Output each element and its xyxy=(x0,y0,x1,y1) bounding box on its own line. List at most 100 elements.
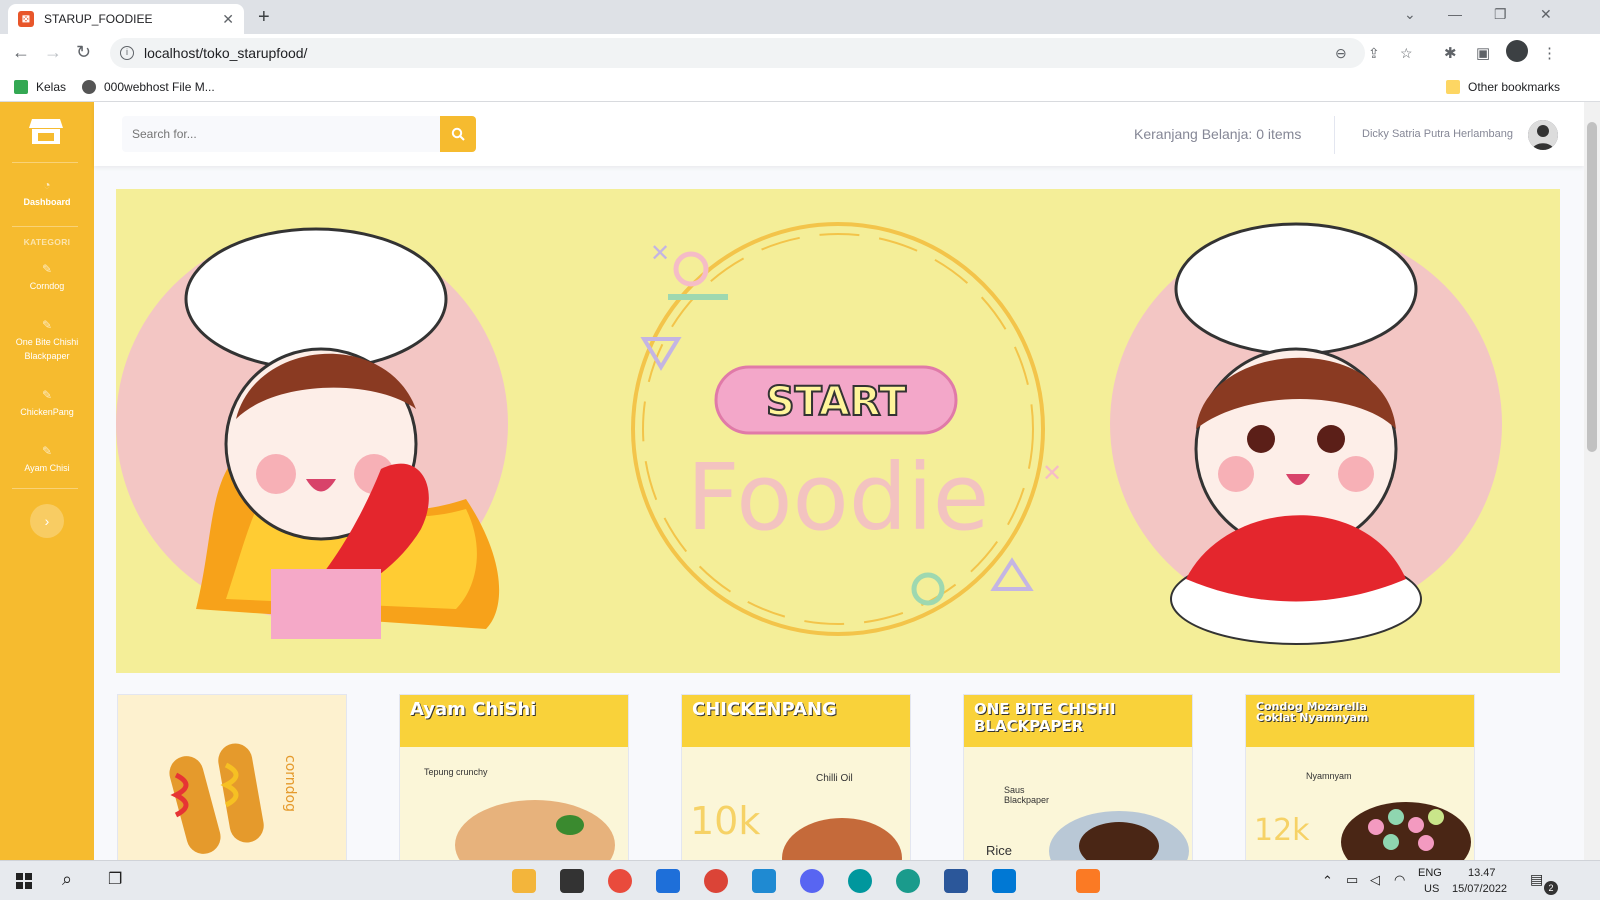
edge-icon[interactable] xyxy=(896,869,920,893)
scrollbar-thumb[interactable] xyxy=(1587,122,1597,452)
windows-start-icon[interactable] xyxy=(16,873,32,889)
search-icon[interactable]: ⌕ xyxy=(62,869,72,890)
product-card-condog-mozarella[interactable]: Condog Mozarella Coklat Nyamnyam Nyamnya… xyxy=(1245,694,1475,864)
browser-toolbar: ← → ↻ i localhost/toko_starupfood/ ⊖ ⇪ ☆… xyxy=(0,34,1600,72)
sidebar-item-dashboard[interactable]: ◔ Dashboard xyxy=(0,178,94,209)
xampp-icon[interactable] xyxy=(1076,869,1100,893)
sidebar-item-ayam-chisi[interactable]: ✎ Ayam Chisi xyxy=(0,444,94,475)
clock-date[interactable]: 15/07/2022 xyxy=(1452,883,1507,895)
battery-icon[interactable]: ▭ xyxy=(1346,872,1358,888)
task-view-icon[interactable]: ❐ xyxy=(108,869,122,889)
corndog-side-text: corndog xyxy=(282,755,298,812)
sidebar-item-label: ChickenPang xyxy=(20,407,74,417)
site-info-icon[interactable]: i xyxy=(120,46,134,60)
tab-search-icon[interactable]: ⌄ xyxy=(1404,6,1416,23)
windows-taskbar: ⌕ ❐ ⌃ ▭ ◁ ◠ ENG US 13.47 15/07/2022 ▤ 2 xyxy=(0,860,1600,900)
sidebar-item-one-bite-chishi[interactable]: ✎ One Bite Chishi Blackpaper xyxy=(0,318,94,363)
sidebar-item-label: One Bite Chishi Blackpaper xyxy=(15,337,79,361)
globe-icon xyxy=(82,80,96,94)
region-indicator[interactable]: US xyxy=(1424,883,1439,895)
sidebar-toggle-button[interactable]: › xyxy=(30,504,64,538)
other-bookmarks-label: Other bookmarks xyxy=(1468,80,1561,94)
vscode-icon[interactable] xyxy=(752,869,776,893)
card-price: 12k xyxy=(1254,813,1310,848)
share-icon[interactable]: ⇪ xyxy=(1368,45,1380,62)
zoom-icon[interactable]: ⊖ xyxy=(1335,45,1347,62)
card-title: Condog Mozarella Coklat Nyamnyam xyxy=(1256,700,1369,724)
chrome-icon[interactable] xyxy=(704,869,728,893)
search-input[interactable] xyxy=(122,116,440,152)
tab-title: STARUP_FOODIEE xyxy=(44,12,153,26)
corndog-image: corndog xyxy=(118,695,346,863)
wrench-icon: ✎ xyxy=(41,444,53,458)
close-tab-icon[interactable]: ✕ xyxy=(222,11,234,28)
discord-icon[interactable] xyxy=(800,869,824,893)
notification-icon[interactable]: ▤ xyxy=(1530,871,1543,888)
clock-time[interactable]: 13.47 xyxy=(1468,867,1496,879)
card-note: Nyamnyam xyxy=(1306,771,1352,781)
bookmark-000webhost[interactable]: 000webhost File M... xyxy=(82,80,215,94)
window-close-icon[interactable]: ✕ xyxy=(1540,6,1552,23)
menu-dots-icon[interactable]: ⋮ xyxy=(1542,44,1557,62)
sidebar-item-chickenpang[interactable]: ✎ ChickenPang xyxy=(0,388,94,419)
cart-status[interactable]: Keranjang Belanja: 0 items xyxy=(1134,126,1301,142)
sidebar-divider xyxy=(12,162,78,163)
new-tab-icon[interactable]: + xyxy=(258,6,270,29)
store-logo-icon[interactable] xyxy=(28,116,64,146)
mail-icon[interactable] xyxy=(656,869,680,893)
tachometer-icon: ◔ xyxy=(43,178,51,192)
search-icon xyxy=(451,127,465,141)
reload-icon[interactable]: ↻ xyxy=(76,42,91,63)
star-app-icon[interactable] xyxy=(608,869,632,893)
sidebar-item-label: Ayam Chisi xyxy=(24,463,70,473)
browser-tab[interactable]: ⊠ STARUP_FOODIEE ✕ xyxy=(8,4,244,34)
sidebar-divider xyxy=(12,226,78,227)
xampp-favicon-icon: ⊠ xyxy=(18,11,34,27)
wifi-icon[interactable]: ◠ xyxy=(1394,872,1405,888)
profile-avatar[interactable] xyxy=(1506,40,1528,62)
bookmark-label: 000webhost File M... xyxy=(104,80,215,94)
photos-icon[interactable] xyxy=(992,869,1016,893)
product-card-one-bite-chishi[interactable]: ONE BITE CHISHI BLACKPAPER Saus Blackpap… xyxy=(963,694,1193,864)
store-icon[interactable] xyxy=(560,869,584,893)
bookmarks-bar: Kelas 000webhost File M... Other bookmar… xyxy=(0,72,1600,102)
product-card-chickenpang[interactable]: CHICKENPANG Chilli Oil 10k xyxy=(681,694,911,864)
other-bookmarks[interactable]: Other bookmarks xyxy=(1446,80,1560,94)
wrench-icon: ✎ xyxy=(41,262,53,276)
minimize-icon[interactable]: — xyxy=(1448,6,1462,22)
restore-icon[interactable]: ❐ xyxy=(1494,6,1507,23)
sidebar-item-corndog[interactable]: ✎ Corndog xyxy=(0,262,94,293)
user-name[interactable]: Dicky Satria Putra Herlambang xyxy=(1362,128,1513,140)
product-card-ayam-chishi[interactable]: Ayam ChiShi Tepung crunchy xyxy=(399,694,629,864)
avatar[interactable] xyxy=(1528,120,1558,150)
sidebar-heading: KATEGORI xyxy=(23,237,71,247)
sidebar-item-label: Dashboard xyxy=(23,197,71,207)
volume-icon[interactable]: ◁ xyxy=(1370,872,1380,888)
card-title: CHICKENPANG xyxy=(692,699,837,720)
bookmark-kelas[interactable]: Kelas xyxy=(14,80,66,94)
back-icon[interactable]: ← xyxy=(12,42,30,63)
sidebar: ◔ Dashboard KATEGORI ✎ Corndog ✎ One Bit… xyxy=(0,102,94,860)
notification-count: 2 xyxy=(1544,881,1558,895)
tray-chevron-icon[interactable]: ⌃ xyxy=(1322,873,1333,889)
file-explorer-icon[interactable] xyxy=(512,869,536,893)
url-text: localhost/toko_starupfood/ xyxy=(144,45,308,61)
side-panel-icon[interactable]: ▣ xyxy=(1476,44,1490,62)
forward-icon[interactable]: → xyxy=(44,42,62,63)
address-bar[interactable]: i localhost/toko_starupfood/ ⊖ ⇪ ☆ xyxy=(110,38,1413,68)
topbar: Keranjang Belanja: 0 items Dicky Satria … xyxy=(94,102,1584,166)
wrench-icon: ✎ xyxy=(41,388,53,402)
search-button[interactable] xyxy=(440,116,476,152)
card-note: Saus Blackpaper xyxy=(1004,785,1050,805)
bookmark-star-icon[interactable]: ☆ xyxy=(1400,45,1413,62)
extensions-icon[interactable]: ✱ xyxy=(1444,44,1457,62)
classroom-icon xyxy=(14,80,28,94)
language-indicator[interactable]: ENG xyxy=(1418,867,1442,879)
hero-banner: ✕ ✕ START Foodie xyxy=(116,189,1560,673)
bookmark-label: Kelas xyxy=(36,80,67,94)
arduino-icon[interactable] xyxy=(848,869,872,893)
word-icon[interactable] xyxy=(944,869,968,893)
page-scrollbar[interactable] xyxy=(1584,102,1600,860)
condog-image xyxy=(1341,802,1471,863)
product-card-corndog[interactable]: corndog xyxy=(117,694,347,864)
